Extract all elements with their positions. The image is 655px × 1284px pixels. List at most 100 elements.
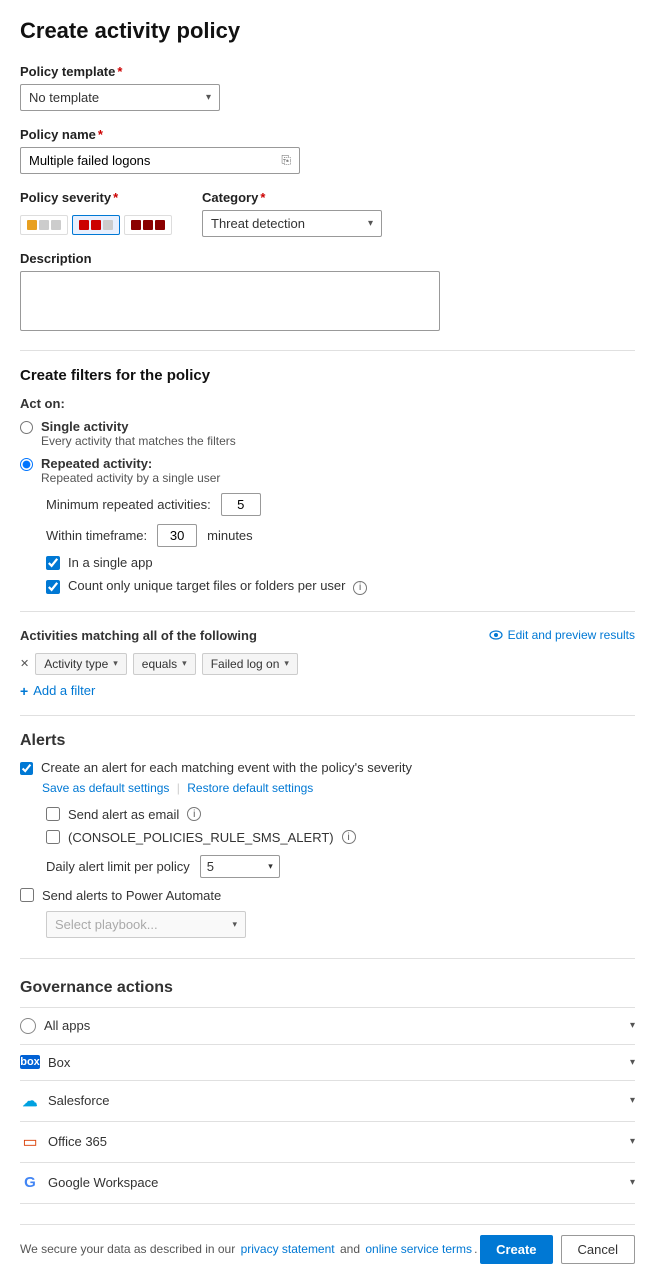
alert-main-label: Create an alert for each matching event … bbox=[41, 760, 412, 775]
dot1 bbox=[131, 220, 141, 230]
filter-header-label: Activities matching all of the following bbox=[20, 628, 257, 643]
gov-row-box[interactable]: box Box ▾ bbox=[20, 1045, 635, 1081]
copy-icon: ⎘ bbox=[281, 153, 291, 168]
edit-preview-button[interactable]: Edit and preview results bbox=[489, 628, 635, 642]
eye-icon bbox=[489, 630, 503, 640]
category-select[interactable]: Threat detection ▾ bbox=[202, 210, 382, 237]
send-email-info-icon[interactable]: i bbox=[187, 807, 201, 821]
policy-name-label: Policy name* bbox=[20, 127, 635, 142]
office365-icon: ▭ bbox=[20, 1132, 40, 1152]
in-single-app-checkbox[interactable] bbox=[46, 556, 60, 570]
min-repeated-input[interactable] bbox=[221, 493, 261, 516]
single-activity-label: Single activity bbox=[41, 419, 236, 434]
min-repeated-label: Minimum repeated activities: bbox=[46, 497, 211, 512]
gov-row-all-apps[interactable]: All apps ▾ bbox=[20, 1008, 635, 1045]
dot2 bbox=[91, 220, 101, 230]
description-input[interactable] bbox=[20, 271, 440, 331]
gov-row-office365[interactable]: ▭ Office 365 ▾ bbox=[20, 1122, 635, 1163]
policy-template-select[interactable]: No template ▾ bbox=[20, 84, 220, 111]
all-apps-icon bbox=[20, 1018, 36, 1034]
single-activity-option[interactable]: Single activity Every activity that matc… bbox=[20, 419, 635, 448]
minutes-label: minutes bbox=[207, 528, 253, 543]
salesforce-icon: ☁ bbox=[20, 1091, 40, 1111]
chevron-down-icon: ▾ bbox=[232, 919, 237, 930]
repeated-activity-option[interactable]: Repeated activity: Repeated activity by … bbox=[20, 456, 635, 485]
restore-default-link[interactable]: Restore default settings bbox=[187, 781, 313, 795]
cancel-button[interactable]: Cancel bbox=[561, 1235, 635, 1264]
privacy-link[interactable]: privacy statement bbox=[241, 1242, 335, 1256]
playbook-select[interactable]: Select playbook... ▾ bbox=[46, 911, 246, 938]
box-chevron: ▾ bbox=[630, 1057, 635, 1068]
remove-filter-button[interactable]: ✕ bbox=[20, 657, 29, 670]
repeated-activity-sub: Repeated activity by a single user bbox=[41, 471, 220, 485]
activity-type-filter[interactable]: Activity type ▾ bbox=[35, 653, 127, 675]
sms-alert-label: (CONSOLE_POLICIES_RULE_SMS_ALERT) bbox=[68, 830, 334, 845]
description-label: Description bbox=[20, 251, 635, 266]
failed-logon-chevron: ▾ bbox=[284, 658, 289, 669]
severity-low[interactable] bbox=[20, 215, 68, 235]
footer: We secure your data as described in our … bbox=[20, 1224, 635, 1264]
send-email-checkbox[interactable] bbox=[46, 807, 60, 821]
severity-high[interactable] bbox=[124, 215, 172, 235]
repeated-activity-label: Repeated activity: bbox=[41, 456, 220, 471]
daily-limit-select[interactable]: 5 ▾ bbox=[200, 855, 280, 878]
chevron-down-icon: ▾ bbox=[268, 861, 273, 872]
dot3 bbox=[51, 220, 61, 230]
filter-header: Activities matching all of the following… bbox=[20, 628, 635, 643]
all-apps-chevron: ▾ bbox=[630, 1020, 635, 1031]
service-terms-link[interactable]: online service terms bbox=[365, 1242, 472, 1256]
count-unique-label: Count only unique target files or folder… bbox=[68, 578, 367, 595]
policy-severity-label: Policy severity* bbox=[20, 190, 172, 205]
salesforce-label: Salesforce bbox=[48, 1093, 109, 1108]
send-email-label: Send alert as email bbox=[68, 807, 179, 822]
dot3 bbox=[155, 220, 165, 230]
count-unique-checkbox[interactable] bbox=[46, 580, 60, 594]
alert-links: Save as default settings | Restore defau… bbox=[42, 781, 635, 795]
salesforce-chevron: ▾ bbox=[630, 1095, 635, 1106]
count-unique-info-icon[interactable]: i bbox=[353, 581, 367, 595]
power-automate-row: Send alerts to Power Automate bbox=[20, 888, 635, 903]
chevron-down-icon: ▾ bbox=[206, 92, 211, 103]
severity-options bbox=[20, 215, 172, 235]
act-on-label: Act on: bbox=[20, 396, 635, 411]
in-single-app-label: In a single app bbox=[68, 555, 153, 570]
sms-alert-checkbox[interactable] bbox=[46, 830, 60, 844]
dot1 bbox=[27, 220, 37, 230]
save-default-link[interactable]: Save as default settings bbox=[42, 781, 169, 795]
add-filter-button[interactable]: + Add a filter bbox=[20, 683, 635, 699]
single-activity-radio[interactable] bbox=[20, 421, 33, 434]
repeated-activity-radio[interactable] bbox=[20, 458, 33, 471]
equals-filter[interactable]: equals ▾ bbox=[133, 653, 196, 675]
filters-section-title: Create filters for the policy bbox=[20, 367, 635, 384]
gov-row-google-workspace[interactable]: G Google Workspace ▾ bbox=[20, 1163, 635, 1204]
daily-limit-label: Daily alert limit per policy bbox=[46, 859, 190, 874]
governance-title: Governance actions bbox=[20, 979, 635, 997]
policy-template-label: Policy template* bbox=[20, 64, 635, 79]
sms-alert-info-icon[interactable]: i bbox=[342, 830, 356, 844]
all-apps-label: All apps bbox=[44, 1018, 90, 1033]
failed-logon-filter[interactable]: Failed log on ▾ bbox=[202, 653, 298, 675]
office365-label: Office 365 bbox=[48, 1134, 107, 1149]
plus-icon: + bbox=[20, 683, 28, 699]
daily-alert-row: Daily alert limit per policy 5 ▾ bbox=[46, 855, 635, 878]
filter-row: ✕ Activity type ▾ equals ▾ Failed log on… bbox=[20, 653, 635, 675]
alerts-title: Alerts bbox=[20, 732, 635, 750]
activity-type-chevron: ▾ bbox=[113, 658, 118, 669]
dot1 bbox=[79, 220, 89, 230]
alert-main-checkbox[interactable] bbox=[20, 762, 33, 775]
policy-name-input[interactable] bbox=[29, 153, 281, 168]
box-icon: box bbox=[20, 1055, 40, 1069]
severity-medium[interactable] bbox=[72, 215, 120, 235]
single-activity-sub: Every activity that matches the filters bbox=[41, 434, 236, 448]
create-button[interactable]: Create bbox=[480, 1235, 552, 1264]
chevron-down-icon: ▾ bbox=[368, 218, 373, 229]
dot2 bbox=[143, 220, 153, 230]
footer-buttons: Create Cancel bbox=[480, 1235, 635, 1264]
gov-row-salesforce[interactable]: ☁ Salesforce ▾ bbox=[20, 1081, 635, 1122]
dot2 bbox=[39, 220, 49, 230]
power-automate-checkbox[interactable] bbox=[20, 888, 34, 902]
equals-chevron: ▾ bbox=[182, 658, 187, 669]
within-timeframe-input[interactable] bbox=[157, 524, 197, 547]
policy-name-field[interactable]: ⎘ bbox=[20, 147, 300, 174]
page-title: Create activity policy bbox=[20, 18, 635, 44]
